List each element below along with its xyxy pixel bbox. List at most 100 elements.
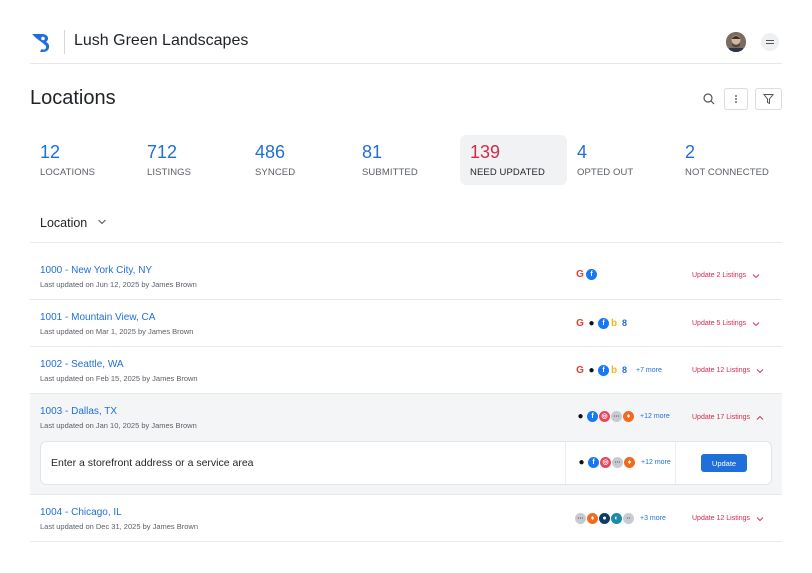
instagram-icon: ◎ — [600, 457, 611, 468]
location-last-updated: Last updated on Feb 15, 2025 by James Br… — [40, 374, 198, 383]
filter-icon — [762, 94, 775, 105]
table-row[interactable]: 1004 - Chicago, IL Last updated on Dec 3… — [30, 495, 782, 542]
update-listings-link[interactable]: Update 5 Listings — [692, 320, 760, 327]
hamburger-menu-icon[interactable] — [761, 33, 779, 51]
stat-label: NEED UPDATED — [470, 167, 545, 178]
chevron-down-icon — [752, 321, 760, 326]
location-title-link[interactable]: 1004 - Chicago, IL — [40, 507, 122, 518]
stat-opted-out[interactable]: 4 OPTED OUT — [567, 135, 674, 185]
brand-b-icon: 8 — [621, 318, 627, 328]
chevron-down-icon — [752, 273, 760, 278]
location-last-updated: Last updated on Jan 10, 2025 by James Br… — [40, 421, 197, 430]
more-listings-link[interactable]: +12 more — [640, 413, 670, 420]
location-title-link[interactable]: 1001 - Mountain View, CA — [40, 312, 155, 323]
card-divider — [565, 442, 566, 484]
stat-label: SYNCED — [255, 167, 296, 178]
stat-need-updated[interactable]: 139 NEED UPDATED — [460, 135, 567, 185]
stat-value: 486 — [255, 142, 286, 162]
header-divider — [64, 30, 65, 54]
grey-listing-icon: ·· — [623, 513, 634, 524]
facebook-icon: f — [588, 457, 599, 468]
apple-icon: ● — [588, 317, 595, 329]
stat-listings[interactable]: 712 LISTINGS — [137, 135, 244, 185]
update-listings-label: Update 12 Listings — [692, 367, 750, 374]
stat-label: LISTINGS — [147, 167, 192, 178]
update-button[interactable]: Update — [701, 454, 747, 472]
search-icon[interactable] — [700, 90, 718, 108]
facebook-icon: f — [598, 365, 609, 376]
chevron-down-icon — [756, 368, 764, 373]
facebook-icon: f — [586, 269, 597, 280]
location-last-updated: Last updated on Jun 12, 2025 by James Br… — [40, 280, 197, 289]
bing-icon: b — [610, 317, 618, 329]
address-input-card: Enter a storefront address or a service … — [40, 441, 772, 485]
stat-value: 139 — [470, 142, 501, 162]
filter-button[interactable] — [755, 88, 782, 110]
location-last-updated: Last updated on Mar 1, 2025 by James Bro… — [40, 327, 194, 336]
address-input[interactable]: Enter a storefront address or a service … — [51, 457, 254, 469]
more-options-button[interactable] — [724, 88, 748, 110]
stat-label: NOT CONNECTED — [685, 167, 769, 178]
stat-label: OPTED OUT — [577, 167, 634, 178]
listing-icons: G ● f b 8 — [575, 318, 630, 329]
listing-icons: G f — [575, 269, 597, 280]
dots-icon: ··· — [612, 457, 623, 468]
instagram-icon: ◎ — [599, 411, 610, 422]
update-listings-link[interactable]: Update 17 Listings — [692, 414, 764, 421]
page-title: Locations — [30, 87, 116, 109]
location-column-header[interactable]: Location — [30, 205, 782, 243]
brand-b-icon: 8 — [621, 365, 627, 375]
facebook-icon: f — [587, 411, 598, 422]
update-listings-label: Update 12 Listings — [692, 515, 750, 522]
facebook-icon: f — [598, 318, 609, 329]
chevron-down-icon — [98, 219, 106, 225]
orange-pin-icon: ♦ — [587, 513, 598, 524]
dots-icon: ··· — [575, 513, 586, 524]
stat-locations[interactable]: 12 LOCATIONS — [30, 135, 137, 185]
stat-label: LOCATIONS — [40, 167, 96, 178]
chevron-down-icon — [756, 516, 764, 521]
stat-value: 12 — [40, 142, 61, 162]
stat-submitted[interactable]: 81 SUBMITTED — [352, 135, 459, 185]
update-listings-link[interactable]: Update 2 Listings — [692, 272, 760, 279]
brand-logo-icon[interactable] — [30, 30, 54, 56]
listing-icons: ● f ◎ ··· ♦ +12 more — [575, 411, 670, 422]
stat-label: SUBMITTED — [362, 167, 418, 178]
stat-value: 712 — [147, 142, 178, 162]
location-title-link[interactable]: 1000 - New York City, NY — [40, 265, 152, 276]
stat-value: 2 — [685, 142, 696, 162]
teal-listing-icon: ◐ — [611, 513, 622, 524]
location-title-link[interactable]: 1003 - Dallas, TX — [40, 406, 117, 417]
update-listings-label: Update 5 Listings — [692, 320, 747, 327]
listing-icons: ● f ◎ ··· ♦ +12 more — [576, 457, 671, 468]
orange-pin-icon: ♦ — [623, 411, 634, 422]
dark-listing-icon: ● — [599, 513, 610, 524]
chevron-up-icon — [756, 415, 764, 420]
more-listings-link[interactable]: +12 more — [641, 459, 671, 466]
location-title-link[interactable]: 1002 - Seattle, WA — [40, 359, 124, 370]
update-listings-label: Update 17 Listings — [692, 414, 750, 421]
apple-icon: ● — [577, 410, 584, 422]
more-listings-link[interactable]: +7 more — [636, 367, 662, 374]
card-divider — [675, 442, 676, 484]
bing-icon: b — [610, 364, 618, 376]
listing-icons: G ● f b 8 +7 more — [575, 365, 662, 376]
column-label: Location — [40, 216, 88, 230]
stat-synced[interactable]: 486 SYNCED — [245, 135, 352, 185]
apple-icon: ● — [588, 364, 595, 376]
google-icon: G — [575, 364, 585, 376]
table-row[interactable]: 1001 - Mountain View, CA Last updated on… — [30, 300, 782, 347]
stat-value: 81 — [362, 142, 383, 162]
google-icon: G — [575, 317, 585, 329]
more-listings-link[interactable]: +3 more — [640, 515, 666, 522]
update-listings-label: Update 2 Listings — [692, 272, 747, 279]
table-row[interactable]: 1000 - New York City, NY Last updated on… — [30, 243, 782, 300]
google-icon: G — [575, 268, 585, 280]
vertical-dots-icon — [735, 95, 737, 103]
user-avatar[interactable] — [726, 32, 746, 52]
update-listings-link[interactable]: Update 12 Listings — [692, 367, 764, 374]
listing-icons: ··· ♦ ● ◐ ·· +3 more — [575, 513, 666, 524]
update-listings-link[interactable]: Update 12 Listings — [692, 515, 764, 522]
stat-not-connected[interactable]: 2 NOT CONNECTED — [675, 135, 782, 185]
table-row[interactable]: 1002 - Seattle, WA Last updated on Feb 1… — [30, 347, 782, 394]
